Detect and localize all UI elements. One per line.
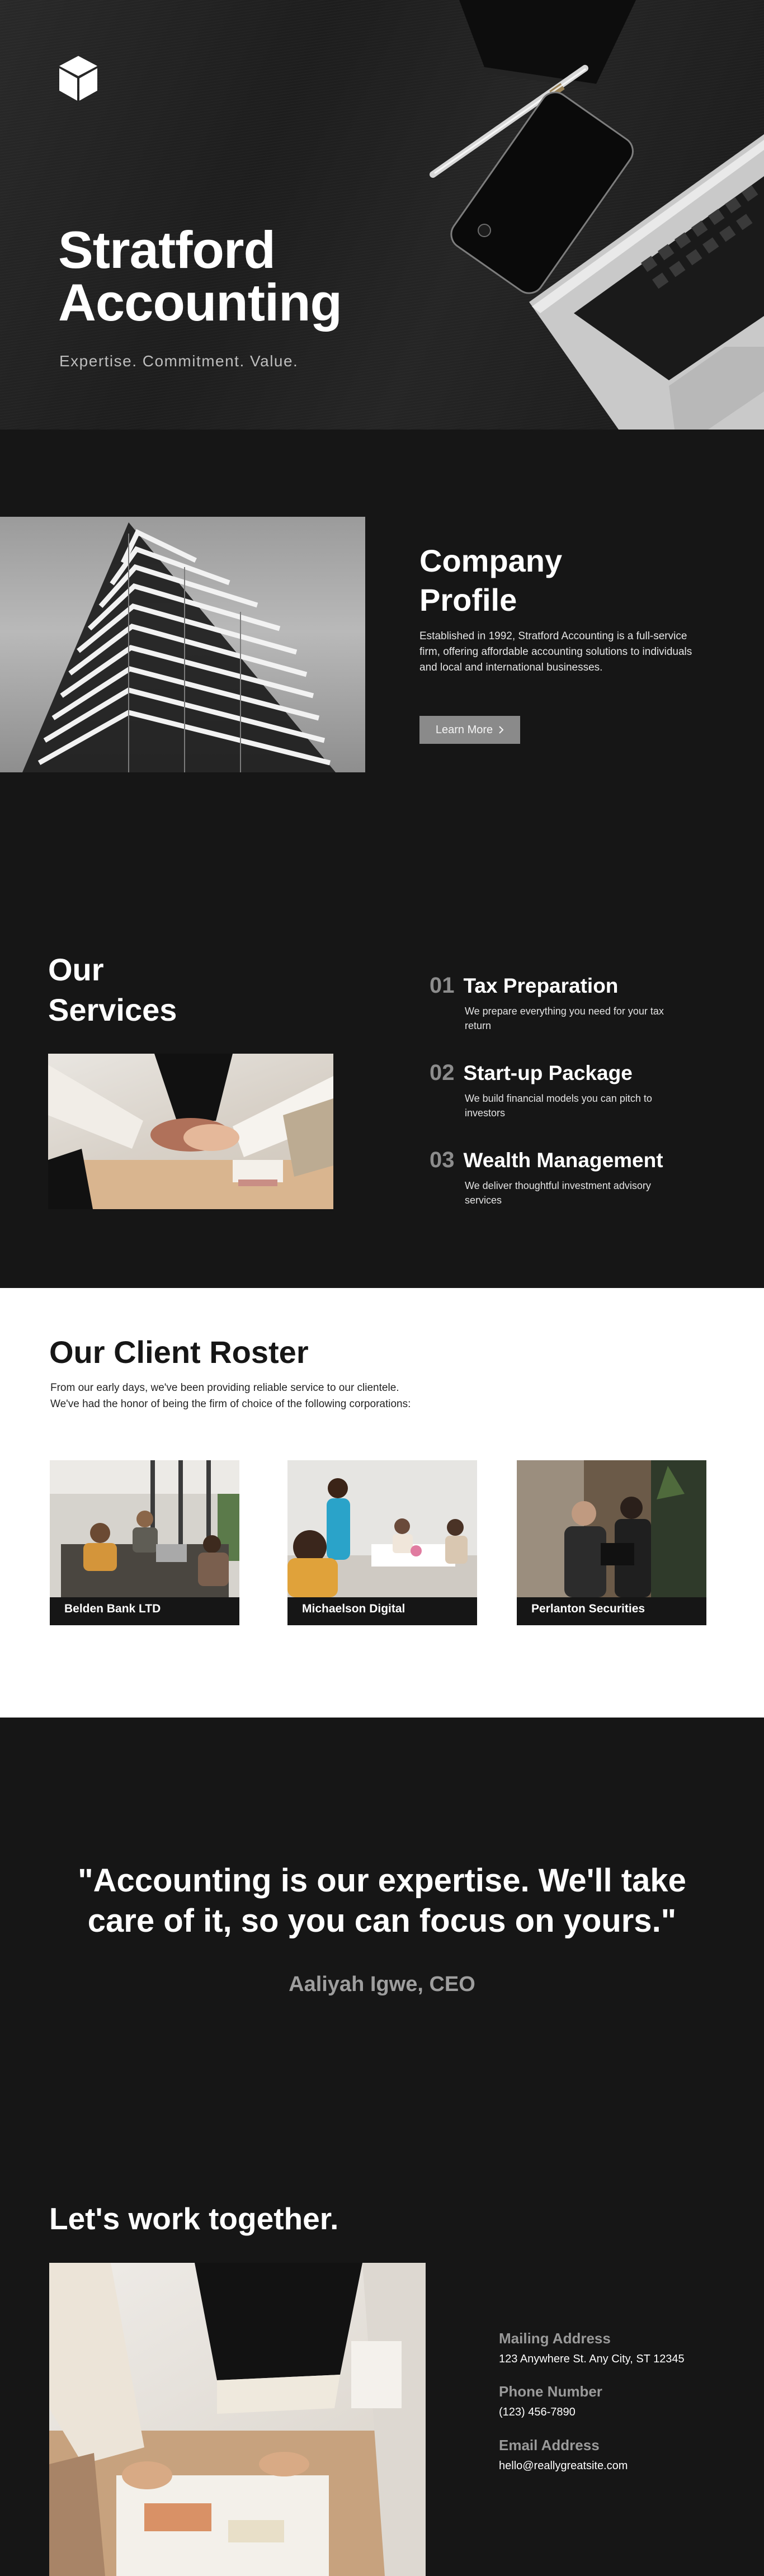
contact-section: Let's work together. Mailing Address 123… [0, 2148, 764, 2576]
handshake-photo [48, 1054, 333, 1209]
service-item[interactable]: 03 Wealth Management We deliver thoughtf… [430, 1148, 687, 1207]
desk-photo [430, 0, 764, 430]
phone-number-block: Phone Number (123) 456-7890 [499, 2383, 734, 2419]
profile-title-line1: Company [419, 543, 563, 578]
company-profile-section: Company Profile Established in 1992, Str… [0, 430, 764, 832]
team-working-photo [49, 2263, 426, 2576]
phone-number-value[interactable]: (123) 456-7890 [499, 2406, 734, 2419]
profile-description: Established in 1992, Stratford Accountin… [419, 630, 692, 673]
service-item[interactable]: 02 Start-up Package We build financial m… [430, 1060, 687, 1120]
profile-title: Company Profile [419, 541, 643, 620]
service-description: We build financial models you can pitch … [465, 1093, 652, 1119]
learn-more-button[interactable]: Learn More [419, 716, 520, 744]
learn-more-label: Learn More [435, 723, 493, 736]
email-address-value[interactable]: hello@reallygreatsite.com [499, 2460, 734, 2473]
service-name: Start-up Package [463, 1061, 633, 1084]
service-number: 01 [430, 973, 455, 998]
roster-intro-line1: From our early days, we've been providin… [50, 1382, 399, 1394]
notebook-image [459, 0, 636, 89]
email-address-label: Email Address [499, 2437, 600, 2454]
contact-title: Let's work together. [49, 2201, 339, 2236]
service-number: 03 [430, 1148, 455, 1172]
hero-section: Stratford Accounting Expertise. Commitme… [0, 0, 764, 430]
client-card[interactable]: Belden Bank LTD [50, 1460, 239, 1625]
client-card[interactable]: Michaelson Digital [287, 1460, 477, 1625]
cube-icon[interactable] [58, 55, 98, 102]
phone-number-label: Phone Number [499, 2383, 602, 2400]
service-description: We prepare everything you need for your … [465, 1006, 664, 1031]
service-description: We deliver thoughtful investment advisor… [465, 1180, 651, 1206]
service-number: 02 [430, 1060, 455, 1085]
chevron-right-icon [499, 726, 504, 734]
mailing-address-block: Mailing Address 123 Anywhere St. Any Cit… [499, 2330, 734, 2366]
hero-tagline: Expertise. Commitment. Value. [59, 352, 299, 370]
services-title-line1: Our [48, 952, 104, 987]
client-roster-section: Our Client Roster From our early days, w… [0, 1288, 764, 1718]
quote-author: Aaliyah Igwe, CEO [289, 1973, 475, 1996]
client-name: Belden Bank LTD [64, 1602, 161, 1615]
roster-title: Our Client Roster [49, 1334, 309, 1370]
service-name: Tax Preparation [463, 974, 619, 997]
services-section: Our Services 01 Tax Preparation We prepa… [0, 832, 764, 1288]
quote-section: "Accounting is our expertise. We'll take… [0, 1718, 764, 2148]
services-title: Our Services [48, 950, 272, 1030]
client-card[interactable]: Perlanton Securities [517, 1460, 706, 1625]
email-address-block: Email Address hello@reallygreatsite.com [499, 2437, 734, 2473]
service-name: Wealth Management [463, 1149, 663, 1172]
mailing-address-value: 123 Anywhere St. Any City, ST 12345 [499, 2353, 685, 2365]
ceo-quote: "Accounting is our expertise. We'll take… [78, 1862, 686, 1939]
service-item[interactable]: 01 Tax Preparation We prepare everything… [430, 973, 687, 1033]
profile-title-line2: Profile [419, 582, 517, 617]
client-photo [517, 1460, 706, 1597]
client-name: Michaelson Digital [302, 1602, 405, 1615]
services-title-line2: Services [48, 992, 177, 1027]
mailing-address-label: Mailing Address [499, 2330, 611, 2347]
client-photo [287, 1460, 477, 1597]
roster-intro-line2: We've had the honor of being the firm of… [50, 1398, 411, 1410]
client-name: Perlanton Securities [531, 1602, 645, 1615]
building-photo [0, 517, 365, 772]
client-photo [50, 1460, 239, 1597]
roster-intro: From our early days, we've been providin… [50, 1380, 498, 1412]
